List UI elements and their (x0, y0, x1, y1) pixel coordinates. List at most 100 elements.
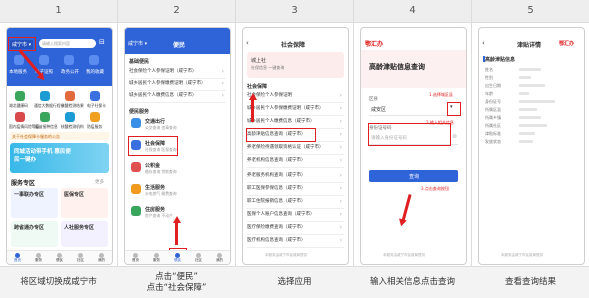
vaccine-icon[interactable] (40, 112, 50, 122)
tab-label: 社区 (195, 258, 202, 262)
grid-label: 核酸检测结果 (61, 103, 84, 108)
public-icon[interactable] (64, 55, 74, 65)
test-result-icon[interactable] (65, 91, 75, 101)
grid-label: 通信大数据行程卡 (34, 103, 65, 108)
phone-screen-3: ‹ 社会保障 城上社 社保信息 一键查询 社会保障 社会保险个人参保证明 城乡居… (242, 27, 349, 265)
step-number-2: 2 (173, 5, 180, 16)
favorite-icon[interactable] (89, 55, 99, 65)
list-item[interactable]: 城乡居民个人缴费信息（咸宁市） (129, 90, 226, 103)
list-item[interactable]: 养老机构信息查询（咸宁市） (247, 155, 344, 168)
header-tab[interactable]: 便民 (173, 40, 185, 49)
region-value: 咸安区 (371, 107, 387, 113)
notice-bar[interactable]: 关于社会保障卡服务的公告 (10, 132, 109, 140)
app-subtitle: 水电燃气 缴费查询 (145, 191, 177, 196)
scan-icon[interactable]: ⊟ (99, 38, 105, 46)
accent-bar (483, 56, 485, 62)
list-item[interactable]: 医疗机构信息查询（咸宁市） (247, 235, 344, 248)
risk-level-icon[interactable] (15, 112, 25, 122)
list-item[interactable]: 医保个人账户信息查询（咸宁市） (247, 209, 344, 222)
housing-icon (131, 206, 141, 216)
footer-note: 本服务由咸宁市民政局提供 (265, 253, 307, 257)
field-label: 津贴标准 (485, 131, 501, 136)
test-site-icon[interactable] (65, 112, 75, 122)
field-label: 出生日期 (485, 83, 501, 88)
list-item[interactable]: 社会保险个人参保证明 (247, 90, 344, 103)
query-label: 查询 (409, 174, 420, 180)
app-name[interactable]: 生活服务 (145, 184, 165, 191)
field-value (519, 132, 535, 135)
trip-card-icon[interactable] (40, 91, 50, 101)
field-value (519, 124, 547, 127)
chevron-down-icon[interactable]: ▾ (450, 104, 453, 110)
list-item[interactable]: 职工医保参保信息（咸宁市） (247, 183, 344, 196)
footer-note: 本服务由咸宁市民政局提供 (383, 253, 425, 257)
quick-entry-label: 我的收藏 (86, 70, 104, 75)
divider (117, 0, 118, 297)
highlight-box (8, 37, 36, 51)
back-icon[interactable]: ‹ (246, 39, 249, 47)
zone-card[interactable]: 医保专区 (61, 188, 108, 218)
city-selector[interactable]: 咸宁市 ▾ (128, 40, 147, 47)
field-value (519, 68, 541, 71)
search-placeholder: 请输入搜索内容 (42, 40, 70, 46)
license-icon[interactable] (39, 55, 49, 65)
zone-card[interactable]: 跨省通办专区 (11, 221, 58, 247)
promo-banner[interactable]: 同城活动带手机 惠民便民一键办 (10, 143, 109, 173)
pointer-arrow (175, 221, 178, 245)
banner-text: 同城活动带手机 惠民便民一键办 (14, 149, 71, 163)
tab-bar: 首页 服务 便民 社区 我的 (125, 250, 230, 264)
tab-label: 服务 (35, 258, 42, 262)
step-caption-2: 点击“便民” 点击“社会保障” (146, 271, 207, 293)
step-caption-5: 查看查询结果 (504, 277, 556, 287)
query-button[interactable]: 查询 (369, 170, 458, 182)
highlight-box (368, 123, 451, 146)
banner-title: 城上社 (251, 58, 267, 64)
field-label: 身份证号 (485, 99, 501, 104)
field-label: 所属社区 (485, 123, 501, 128)
region-tip: 1.选择城区县 (429, 92, 453, 97)
list-item[interactable]: 城乡居民个人参保缴费证明（咸宁市） (247, 103, 344, 116)
step-number-3: 3 (291, 5, 298, 16)
epidemic-icon[interactable] (90, 112, 100, 122)
phone-screen-2: 咸宁市 ▾ 便民 基础便民 社会保险个人参保证明（咸宁市） 城乡居民个人参保缴费… (124, 27, 231, 265)
caption-row: 将区域切换成咸宁市 点击“便民” 点击“社会保障” 选择应用 输入相关信息点击查… (0, 266, 589, 298)
zone-card[interactable]: 一事联办专区 (11, 188, 58, 218)
list-item[interactable]: 职工住院报销信息（咸宁市） (247, 196, 344, 209)
app-name[interactable]: 住房服务 (145, 206, 165, 213)
back-icon[interactable]: ‹ (482, 39, 485, 47)
search-input[interactable]: 请输入搜索内容 (39, 39, 96, 48)
phone-screen-5: ‹ 津贴详情 鄂汇办 高龄津贴信息 姓名 性别 出生日期 年龄 身份证号 所属区… (478, 27, 585, 265)
app-name[interactable]: 交通出行 (145, 118, 165, 125)
tab-label: 首页 (132, 258, 139, 262)
field-value (519, 92, 529, 95)
app-name[interactable]: 公积金 (145, 162, 160, 169)
housing-fund-icon (131, 162, 141, 172)
step-caption-3: 选择应用 (277, 277, 312, 287)
divider (353, 0, 354, 297)
list-item[interactable]: 养老保险待遇领取资格认证（咸宁市） (247, 142, 344, 155)
clear-icon[interactable]: ⊗ (452, 133, 457, 140)
tab-label: 我的 (216, 258, 223, 262)
social-card-icon[interactable] (90, 91, 100, 101)
transport-icon (131, 118, 141, 128)
grid-label: 湖北健康码 (9, 103, 28, 108)
highlight-box (128, 136, 178, 156)
zone-label: 人社服务专区 (64, 225, 95, 231)
notice-text: 关于社会保障卡服务的公告 (12, 133, 60, 139)
section-title: 高龄津贴信息 (485, 57, 516, 63)
field-value (519, 100, 555, 103)
region-select[interactable]: 咸安区 (369, 103, 458, 116)
more-link[interactable]: 更多 (95, 179, 104, 185)
step-number-row: 1 2 3 4 5 (0, 0, 589, 23)
list-item[interactable]: 养老服务机构查询（咸宁市） (247, 170, 344, 183)
tab-label: 我的 (98, 258, 105, 262)
quick-entry-label: 政务公开 (61, 70, 79, 75)
section-heading: 便民服务 (129, 109, 150, 115)
zone-card[interactable]: 人社服务专区 (61, 221, 108, 247)
phone-screen-1: 咸宁市 ▾ 请输入搜索内容 ⊟ 本地服务 电子证照 政务公开 我的收藏 湖北健康… (6, 27, 113, 265)
list-item[interactable]: 医疗保险缴费查询（咸宁市） (247, 222, 344, 235)
field-value (519, 116, 541, 119)
field-value (519, 76, 531, 79)
health-code-icon[interactable] (15, 91, 25, 101)
divider (235, 0, 236, 297)
